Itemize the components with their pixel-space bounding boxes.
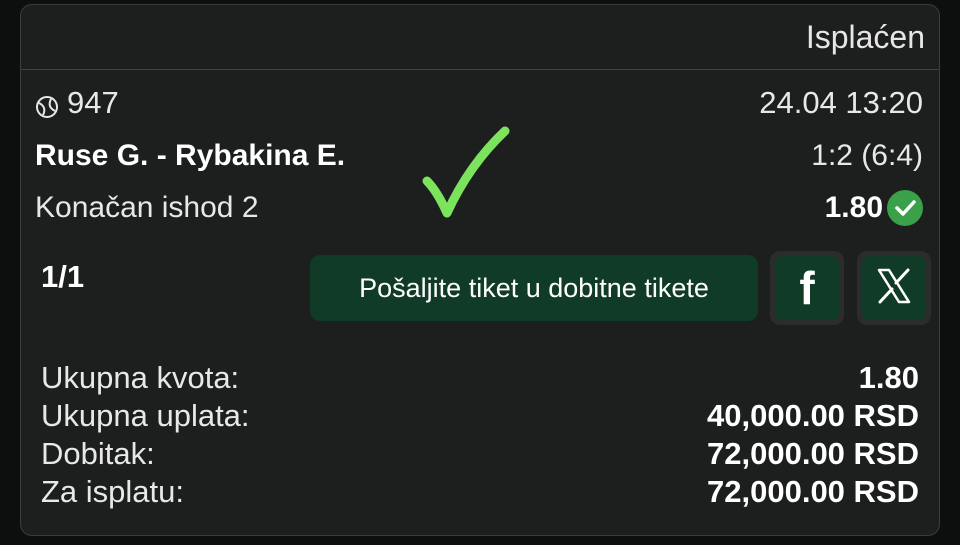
match-name: Ruse G. - Rybakina E. (35, 139, 346, 172)
ticket-header: Isplaćen (21, 5, 939, 70)
tennis-ball-icon (35, 91, 59, 118)
total-stake-value: 40,000.00 RSD (707, 398, 919, 433)
summary-row: Za isplatu: 72,000.00 RSD (41, 473, 919, 511)
winnings-label: Dobitak: (41, 436, 155, 471)
total-stake-label: Ukupna uplata: (41, 398, 250, 433)
winnings-value: 72,000.00 RSD (707, 436, 919, 471)
x-icon (873, 265, 915, 312)
total-odd-value: 1.80 (858, 360, 919, 395)
odd-value: 1.80 (824, 191, 883, 224)
event-info-row: 947 24.04 13:20 (35, 81, 923, 125)
x-share-button[interactable] (857, 251, 931, 325)
facebook-icon: f (799, 262, 815, 314)
send-to-winning-tickets-button[interactable]: Pošaljite tiket u dobitne tikete (310, 255, 758, 321)
ticket-card: Isplaćen 947 24.04 13:20 Ruse G. - Rybak… (20, 4, 940, 536)
event-code: 947 (35, 85, 119, 121)
summary-row: Dobitak: 72,000.00 RSD (41, 435, 919, 473)
payout-value: 72,000.00 RSD (707, 474, 919, 509)
facebook-share-button[interactable]: f (770, 251, 844, 325)
ticket-summary: Ukupna kvota: 1.80 Ukupna uplata: 40,000… (41, 359, 919, 511)
total-odd-label: Ukupna kvota: (41, 360, 240, 395)
check-circle-icon (887, 190, 923, 226)
match-score: 1:2 (6:4) (811, 139, 923, 172)
win-checkmark-icon (421, 125, 511, 225)
market-name: Konačan ishod 2 (35, 191, 259, 224)
ticket-count: 1/1 (41, 259, 85, 294)
event-datetime: 24.04 13:20 (759, 85, 923, 120)
payout-label: Za isplatu: (41, 474, 185, 509)
odd-group: 1.80 (825, 190, 923, 226)
summary-row: Ukupna uplata: 40,000.00 RSD (41, 397, 919, 435)
ticket-status: Isplaćen (805, 19, 925, 55)
summary-row: Ukupna kvota: 1.80 (41, 359, 919, 397)
event-code-value: 947 (67, 85, 119, 120)
